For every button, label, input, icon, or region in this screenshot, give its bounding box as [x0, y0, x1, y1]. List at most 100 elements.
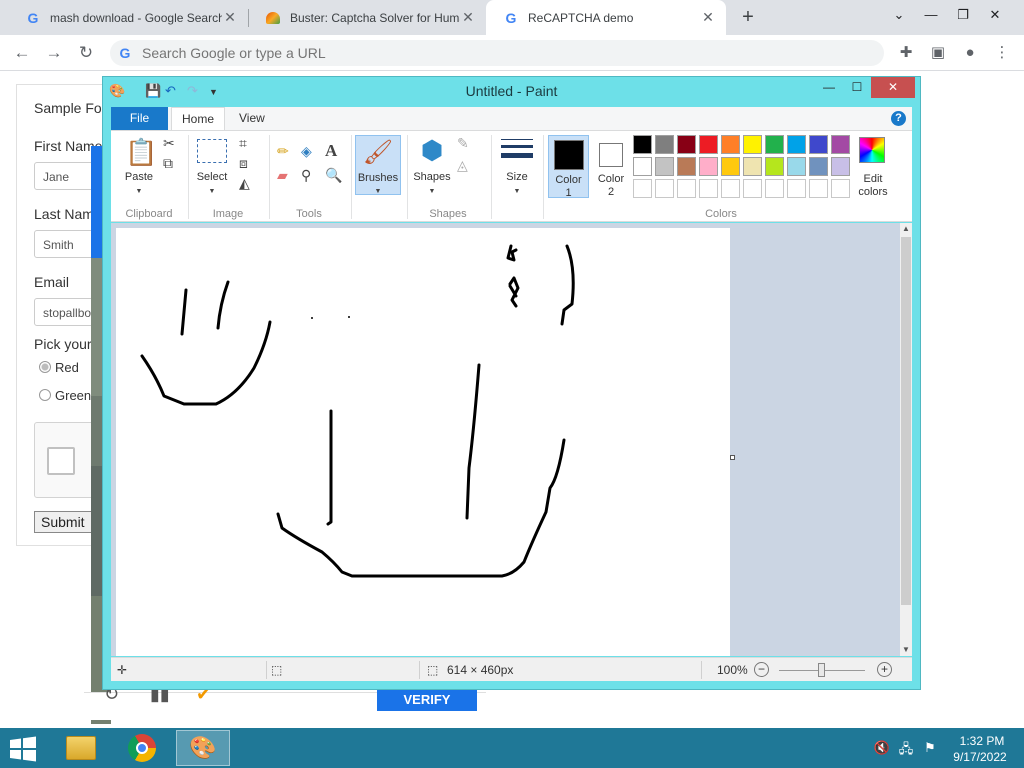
close-tab-icon[interactable]: ✕	[460, 9, 476, 26]
text-tool-icon[interactable]: A	[325, 141, 337, 161]
paint-close-icon[interactable]: ✕	[871, 77, 915, 98]
select-button[interactable]: Select	[191, 171, 233, 184]
palette-color-swatch[interactable]	[787, 179, 806, 198]
address-bar[interactable]: G	[110, 40, 884, 66]
select-dropdown-icon[interactable]: ▼	[191, 185, 233, 198]
paint-pin[interactable]: 🎨	[176, 730, 230, 766]
paint-title-bar[interactable]: 🎨 💾 ↶ ↷ ▼ Untitled - Paint — ☐ ✕	[103, 77, 920, 106]
action-center-flag-icon[interactable]: ⚑	[921, 740, 939, 756]
shapes-dropdown-icon[interactable]: ▼	[409, 185, 455, 198]
network-icon[interactable]: 🖧	[897, 740, 915, 756]
palette-color-swatch[interactable]	[809, 135, 828, 154]
palette-color-swatch[interactable]	[765, 157, 784, 176]
select-icon[interactable]	[197, 139, 227, 163]
new-tab-button[interactable]: +	[736, 6, 760, 30]
tab-google-search[interactable]: G mash download - Google Search ✕	[8, 0, 248, 35]
palette-color-swatch[interactable]	[721, 135, 740, 154]
tab-search-chevron-icon[interactable]: ⌄	[884, 0, 914, 30]
size-button[interactable]: Size	[495, 171, 539, 184]
palette-color-swatch[interactable]	[655, 157, 674, 176]
palette-color-swatch[interactable]	[677, 135, 696, 154]
drawing-canvas[interactable]	[116, 228, 730, 656]
radio-red[interactable]	[39, 361, 51, 373]
pencil-icon[interactable]: ✏	[277, 143, 289, 160]
brushes-button[interactable]: 🖌 Brushes ▼	[355, 135, 401, 195]
color2-button[interactable]: Color 2	[591, 173, 631, 199]
volume-muted-icon[interactable]: 🔇	[873, 740, 891, 756]
palette-color-swatch[interactable]	[743, 157, 762, 176]
color2-swatch[interactable]	[599, 143, 623, 167]
vertical-scrollbar[interactable]: ▲ ▼	[900, 223, 912, 656]
clock-date[interactable]: 9/17/2022	[948, 750, 1012, 764]
extensions-puzzle-icon[interactable]: ✚	[894, 41, 918, 65]
close-tab-icon[interactable]: ✕	[222, 9, 238, 26]
paint-maximize-icon[interactable]: ☐	[843, 77, 871, 98]
tab-home[interactable]: Home	[171, 107, 226, 131]
scroll-thumb[interactable]	[901, 237, 911, 605]
palette-color-swatch[interactable]	[809, 157, 828, 176]
copy-icon[interactable]: ⧉	[163, 155, 173, 172]
palette-color-swatch[interactable]	[765, 179, 784, 198]
line-size-icon[interactable]	[501, 137, 533, 165]
outline-icon[interactable]: ✎	[457, 135, 469, 152]
back-arrow-icon[interactable]: ←	[8, 39, 36, 67]
size-dropdown-icon[interactable]: ▼	[495, 185, 539, 198]
palette-color-swatch[interactable]	[809, 179, 828, 198]
radio-green[interactable]	[39, 389, 51, 401]
minimize-icon[interactable]: —	[916, 0, 946, 30]
clock-time[interactable]: 1:32 PM	[954, 734, 1010, 748]
palette-color-swatch[interactable]	[787, 157, 806, 176]
palette-color-swatch[interactable]	[743, 179, 762, 198]
rotate-icon[interactable]: ◭	[239, 175, 250, 192]
palette-color-swatch[interactable]	[699, 157, 718, 176]
scroll-down-icon[interactable]: ▼	[900, 644, 912, 656]
tab-file[interactable]: File	[111, 107, 168, 130]
paste-button[interactable]: Paste	[119, 171, 159, 184]
cut-icon[interactable]: ✂	[163, 135, 175, 152]
shapes-button[interactable]: Shapes	[409, 171, 455, 184]
close-tab-icon[interactable]: ✕	[700, 9, 716, 26]
crop-icon[interactable]: ⌗	[239, 135, 247, 152]
shapes-gallery-icon[interactable]: ⬢	[415, 135, 449, 167]
help-icon[interactable]: ?	[891, 111, 906, 126]
chrome-pin[interactable]	[115, 730, 169, 766]
edit-colors-button[interactable]: Edit colors	[849, 173, 897, 199]
reload-icon[interactable]: ↻	[72, 39, 100, 67]
windows-start-icon[interactable]	[8, 736, 38, 762]
forward-arrow-icon[interactable]: →	[40, 39, 68, 67]
more-menu-icon[interactable]: ⋮	[990, 41, 1014, 65]
palette-color-swatch[interactable]	[699, 179, 718, 198]
zoom-in-icon[interactable]: +	[877, 662, 892, 677]
palette-color-swatch[interactable]	[831, 157, 850, 176]
resize-icon[interactable]: ⧈	[239, 155, 248, 172]
canvas-resize-handle[interactable]	[730, 455, 735, 460]
fill-icon[interactable]: ◬	[457, 157, 468, 174]
palette-color-swatch[interactable]	[721, 179, 740, 198]
palette-color-swatch[interactable]	[633, 157, 652, 176]
zoom-out-icon[interactable]: −	[754, 662, 769, 677]
close-window-icon[interactable]: ✕	[980, 0, 1010, 30]
palette-color-swatch[interactable]	[831, 135, 850, 154]
edit-colors-icon[interactable]	[859, 137, 885, 163]
tab-recaptcha-demo[interactable]: G ReCAPTCHA demo ✕	[486, 0, 726, 35]
palette-color-swatch[interactable]	[721, 157, 740, 176]
restore-icon[interactable]: ❐	[948, 0, 978, 30]
profile-avatar-icon[interactable]: ●	[958, 41, 982, 65]
address-input[interactable]	[142, 45, 742, 61]
recaptcha-checkbox[interactable]	[47, 447, 75, 475]
palette-color-swatch[interactable]	[787, 135, 806, 154]
palette-color-swatch[interactable]	[677, 179, 696, 198]
fill-bucket-icon[interactable]: ◈	[301, 143, 312, 160]
paste-dropdown-icon[interactable]: ▼	[119, 185, 159, 198]
palette-color-swatch[interactable]	[743, 135, 762, 154]
magnifier-icon[interactable]: 🔍	[325, 167, 342, 184]
eraser-icon[interactable]: ▰	[277, 167, 288, 184]
clipboard-paste-icon[interactable]: 📋	[125, 137, 157, 169]
side-panel-icon[interactable]: ▣	[926, 41, 950, 65]
tab-buster[interactable]: Buster: Captcha Solver for Humans ✕	[248, 0, 486, 35]
palette-color-swatch[interactable]	[699, 135, 718, 154]
scroll-up-icon[interactable]: ▲	[900, 223, 912, 235]
verify-button[interactable]: VERIFY	[377, 689, 477, 711]
palette-color-swatch[interactable]	[655, 135, 674, 154]
palette-color-swatch[interactable]	[765, 135, 784, 154]
